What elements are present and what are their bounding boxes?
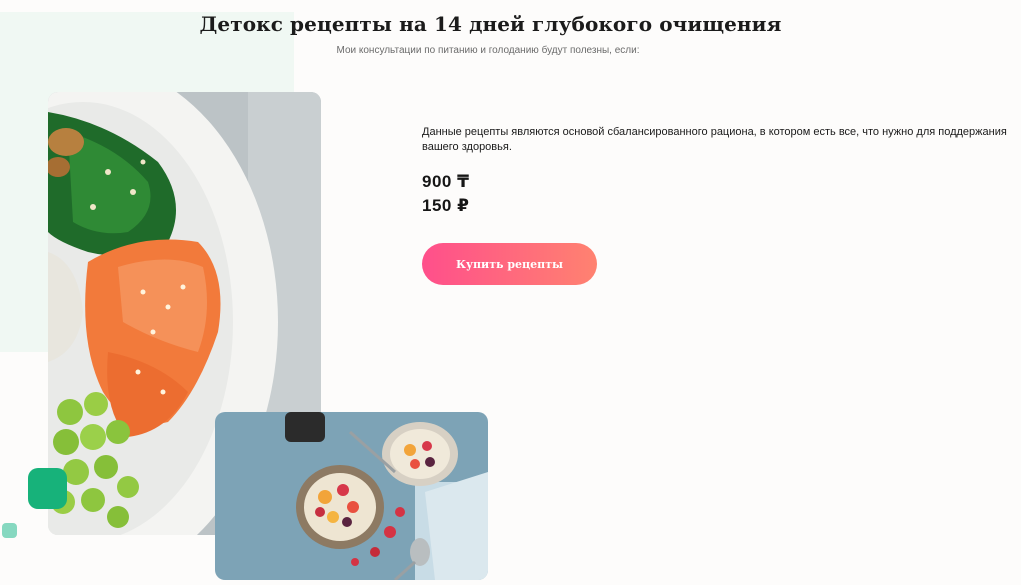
price-tenge: 900 ₸ <box>422 172 470 191</box>
decorative-small-square <box>2 523 17 538</box>
fruit-bowls-photo <box>215 412 488 580</box>
buy-recipes-button[interactable]: Купить рецепты <box>422 243 597 285</box>
recipes-description: Данные рецепты являются основой сбаланси… <box>422 126 1007 153</box>
price-rubles: 150 ₽ <box>422 196 470 215</box>
decorative-green-square <box>28 468 67 509</box>
page-title: Детокс рецепты на 14 дней глубокого очищ… <box>199 12 782 36</box>
page-subtitle: Мои консультации по питанию и голоданию … <box>336 45 640 56</box>
